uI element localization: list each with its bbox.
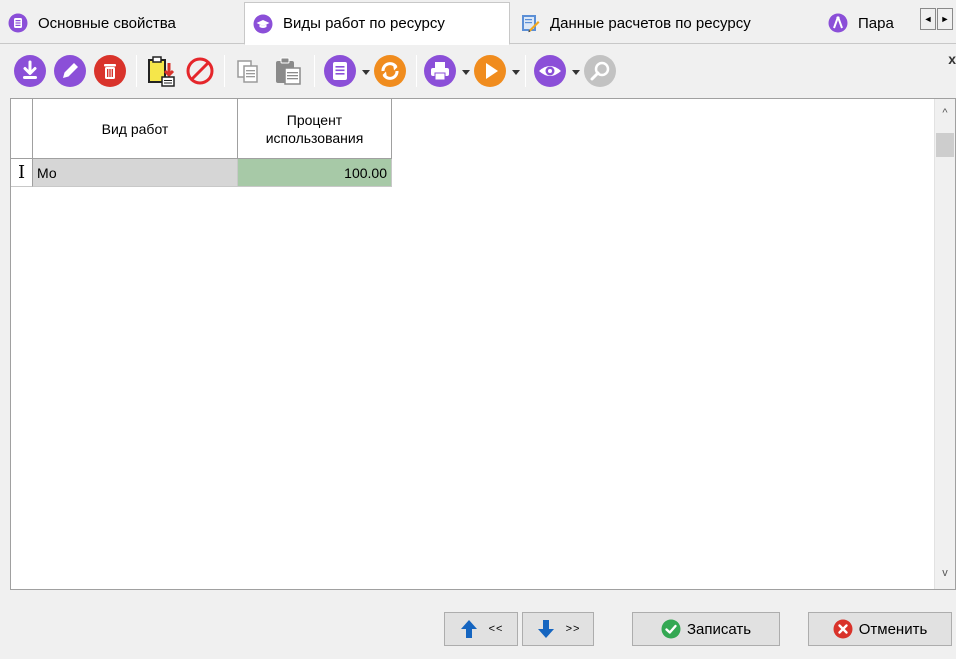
row-edit-indicator: I	[11, 159, 33, 187]
import-button[interactable]	[142, 53, 178, 89]
column-header-work-type[interactable]: Вид работ	[33, 99, 238, 159]
delete-button[interactable]	[92, 53, 128, 89]
tab-label: Основные свойства	[38, 14, 176, 32]
save-button[interactable]: Записать	[632, 612, 780, 646]
cancel-label: Отменить	[858, 620, 928, 638]
toolbar-separator	[224, 55, 225, 87]
document-icon	[324, 55, 356, 87]
copy-icon	[237, 60, 258, 83]
document-dropdown[interactable]	[361, 67, 371, 77]
tab-scroll-left-button[interactable]: ◄	[920, 8, 936, 30]
cell-work-type[interactable]: Мо	[33, 159, 238, 187]
previous-label: <<	[488, 623, 504, 635]
arrow-down-icon	[536, 619, 556, 639]
close-icon	[833, 619, 853, 639]
cancel-button[interactable]: Отменить	[808, 612, 952, 646]
vertical-scrollbar[interactable]: ^ v	[934, 99, 955, 589]
edit-document-icon	[520, 13, 540, 33]
next-record-button[interactable]: >>	[522, 612, 594, 646]
import-icon	[148, 56, 175, 87]
chevron-down-icon	[572, 69, 580, 75]
chevron-down-icon	[462, 69, 470, 75]
cancel-operation-button[interactable]	[182, 53, 218, 89]
next-label: >>	[565, 623, 581, 635]
view-icon	[534, 55, 566, 87]
tab-scroll-right-button[interactable]: ►	[937, 8, 953, 30]
toolbar-separator	[525, 55, 526, 87]
play-dropdown[interactable]	[511, 67, 521, 77]
list-icon	[8, 13, 28, 33]
column-header-usage-percent[interactable]: Процент использования	[238, 99, 392, 159]
search-button[interactable]	[582, 53, 618, 89]
tab-main-properties[interactable]: Основные свойства	[0, 6, 244, 40]
scroll-thumb[interactable]	[936, 133, 954, 157]
chevron-down-icon	[512, 69, 520, 75]
print-button[interactable]	[422, 53, 458, 89]
paste-button[interactable]	[270, 53, 306, 89]
scroll-down-button[interactable]: v	[935, 563, 955, 583]
chevron-down-icon	[362, 69, 370, 75]
download-button[interactable]	[12, 53, 48, 89]
tab-bar: Основные свойства Виды работ по ресурсу …	[0, 0, 956, 45]
close-panel-button[interactable]: x	[948, 51, 956, 67]
save-label: Записать	[686, 620, 752, 638]
tab-label: Данные расчетов по ресурсу	[550, 14, 751, 32]
refresh-button[interactable]	[372, 53, 408, 89]
table-row[interactable]: I Мо 100.00	[11, 159, 392, 187]
view-button[interactable]	[532, 53, 568, 89]
paste-icon	[276, 57, 301, 85]
tab-label: Виды работ по ресурсу	[283, 15, 445, 32]
tab-work-types[interactable]: Виды работ по ресурсу	[244, 2, 510, 45]
tab-calculation-data[interactable]: Данные расчетов по ресурсу	[512, 6, 820, 40]
print-icon	[424, 55, 456, 87]
toolbar: x	[0, 45, 956, 97]
row-indicator-header	[11, 99, 33, 159]
grid-header: Вид работ Процент использования	[11, 99, 392, 159]
compass-icon	[828, 13, 848, 33]
bottom-bar: << >> Записать Отменить	[0, 596, 956, 659]
scroll-up-button[interactable]: ^	[935, 103, 955, 123]
play-button[interactable]	[472, 53, 508, 89]
tab-parameters[interactable]: Пара	[820, 6, 920, 40]
download-icon	[14, 55, 46, 87]
graduation-cap-icon	[253, 14, 273, 34]
document-button[interactable]	[322, 53, 358, 89]
edit-button[interactable]	[52, 53, 88, 89]
cancel-icon	[186, 57, 214, 85]
work-types-grid[interactable]: Вид работ Процент использования I Мо 100…	[10, 98, 956, 590]
previous-record-button[interactable]: <<	[444, 612, 518, 646]
check-icon	[661, 619, 681, 639]
arrow-up-icon	[459, 619, 479, 639]
search-icon	[584, 55, 616, 87]
toolbar-separator	[314, 55, 315, 87]
cell-usage-percent[interactable]: 100.00	[238, 159, 392, 187]
toolbar-separator	[416, 55, 417, 87]
print-dropdown[interactable]	[461, 67, 471, 77]
edit-icon	[54, 55, 86, 87]
view-dropdown[interactable]	[571, 67, 581, 77]
copy-button[interactable]	[230, 53, 266, 89]
delete-icon	[94, 55, 126, 87]
play-icon	[474, 55, 506, 87]
refresh-icon	[374, 55, 406, 87]
tab-label: Пара	[858, 14, 894, 32]
toolbar-separator	[136, 55, 137, 87]
